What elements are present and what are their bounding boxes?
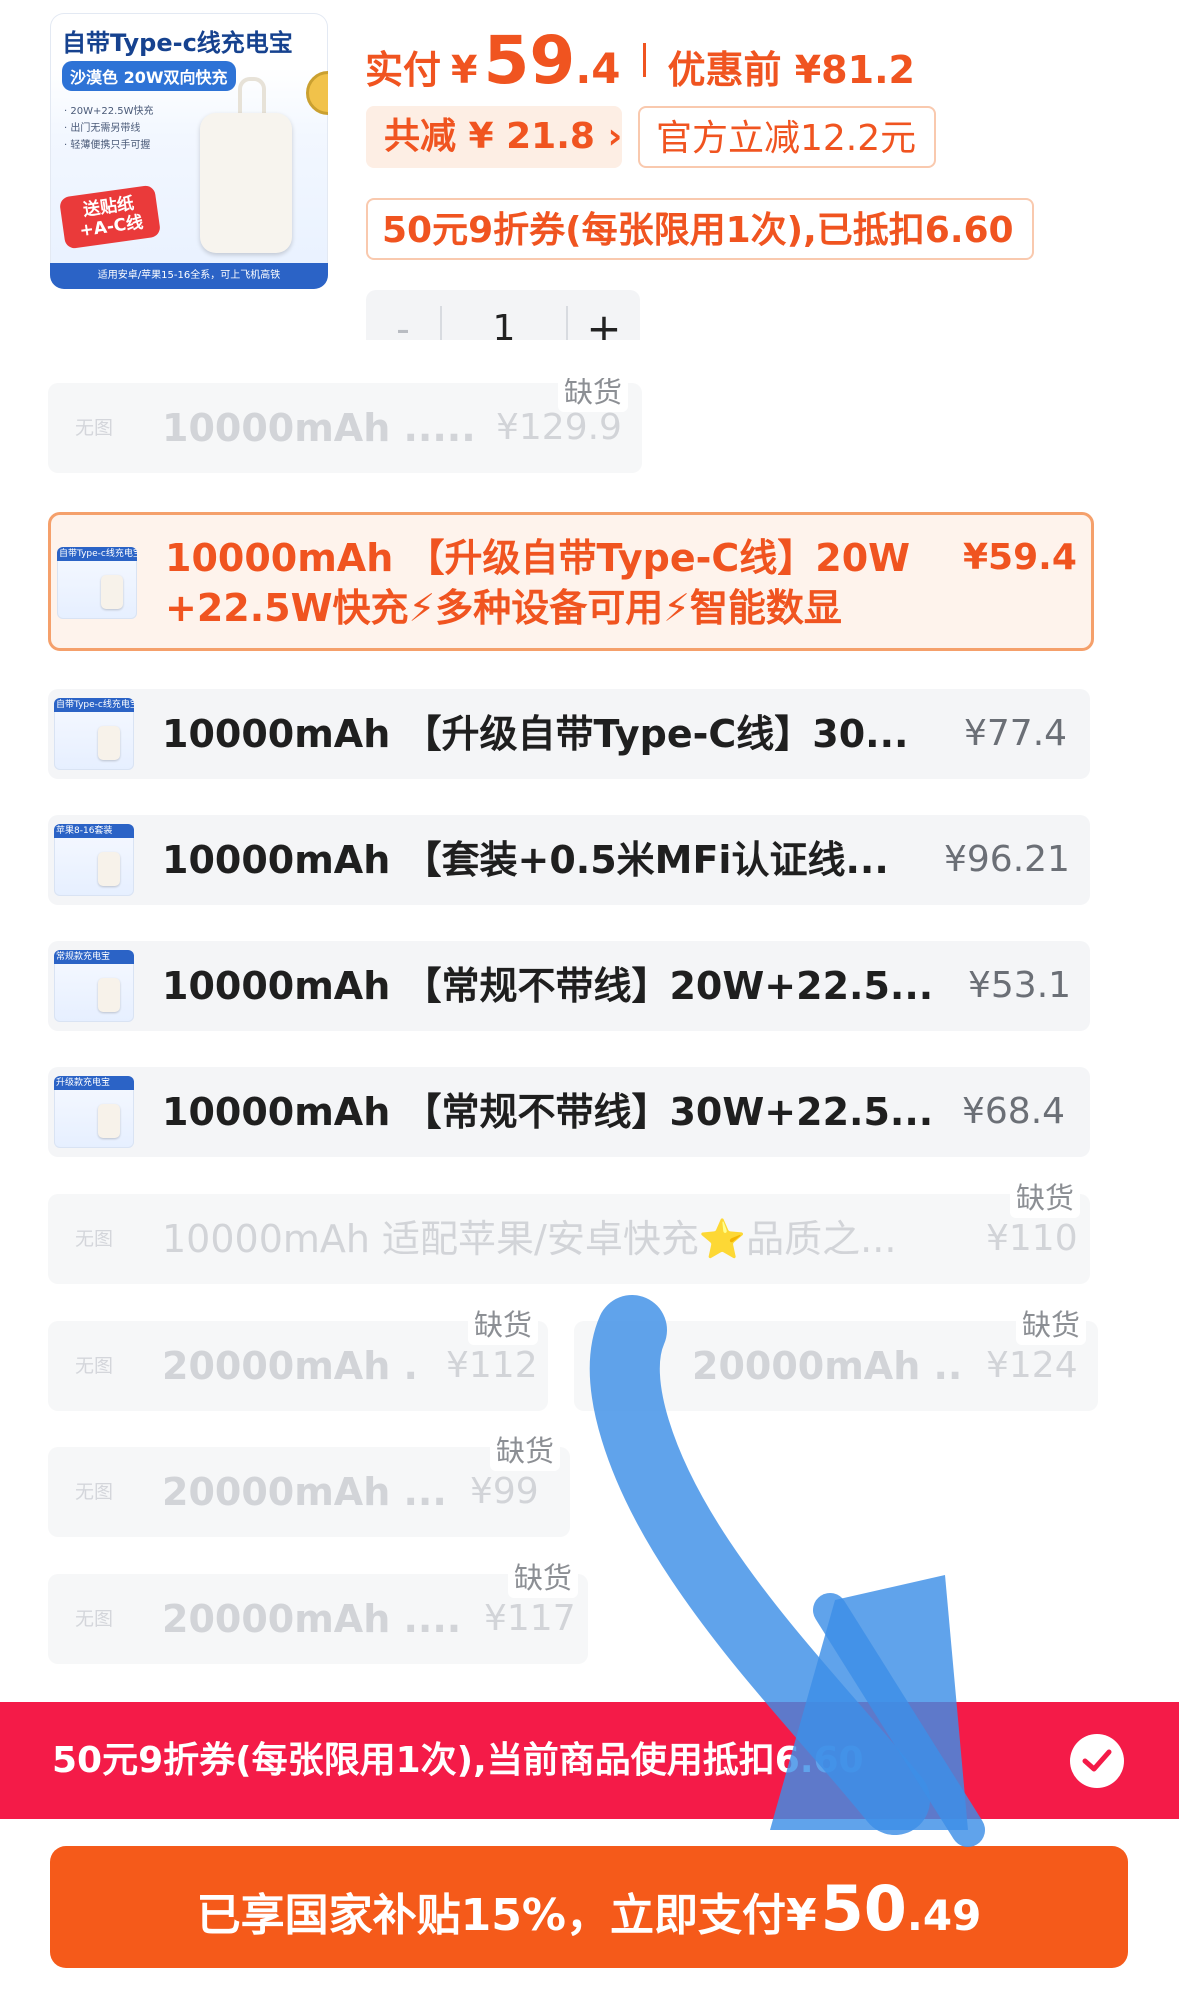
sku-name: 10000mAh 适配苹果/安卓快充⭐品质之... — [162, 1217, 897, 1261]
sku-option[interactable]: 无图 20000mAh .... ¥117 — [48, 1574, 588, 1664]
sku-name: 10000mAh 【升级自带Type-C线】20W +22.5W快充⚡多种设备可… — [165, 536, 911, 630]
thumb-caption: 苹果8-16套装 — [56, 826, 113, 836]
thumb-caption: 自带Type-c线充电宝 — [59, 549, 137, 559]
sku-name: 10000mAh 【常规不带线】20W+22.5... — [162, 964, 934, 1008]
no-image-placeholder: 无图 — [74, 1481, 113, 1503]
sku-name: 10000mAh 【套装+0.5米MFi认证线... — [162, 838, 889, 882]
pay-currency: ¥ — [786, 1890, 817, 1941]
product-image: 自带Type-c线充电宝 沙漠色 20W双向快充 · 20W+22.5W快充 ·… — [50, 13, 328, 289]
sku-thumbnail: 升级款充电宝 — [54, 1076, 134, 1148]
sku-option[interactable]: 无图 10000mAh ..... ¥129.9 — [48, 383, 642, 473]
paid-price-integer: 59 — [483, 22, 576, 99]
coupon-bar-text: 50元9折券(每张限用1次),当前商品使用抵扣6.60 — [52, 1740, 864, 1781]
out-of-stock-badge: 缺货 — [508, 1558, 579, 1598]
sku-thumbnail: 自带Type-c线充电宝 — [54, 698, 134, 770]
original-price: 优惠前 ¥81.2 — [667, 48, 915, 92]
certification-seal-icon — [306, 71, 328, 115]
price-row: 实付 ¥ 59 .4 优惠前 ¥81.2 — [365, 22, 915, 102]
image-title: 自带Type-c线充电宝 — [62, 29, 293, 57]
no-image-placeholder: 无图 — [74, 417, 113, 439]
out-of-stock-badge: 缺货 — [468, 1305, 539, 1345]
header-shadow — [0, 340, 1179, 378]
coupon-bar[interactable]: 50元9折券(每张限用1次),当前商品使用抵扣6.60 — [0, 1702, 1179, 1819]
official-discount-tag: 官方立减12.2元 — [638, 106, 936, 168]
thumb-caption: 升级款充电宝 — [56, 1078, 111, 1088]
coupon-tag: 50元9折券(每张限用1次),已抵扣6.60 — [366, 198, 1034, 260]
pay-button-content: 已享国家补贴15%，立即支付 ¥ 50 .49 — [50, 1846, 1128, 1968]
out-of-stock-badge: 缺货 — [1010, 1178, 1081, 1218]
out-of-stock-badge: 缺货 — [1016, 1305, 1087, 1345]
sku-name: 20000mAh ... — [162, 1470, 447, 1514]
sku-option[interactable]: 升级款充电宝 10000mAh 【常规不带线】30W+22.5... ¥68.4 — [48, 1067, 1090, 1157]
sku-option[interactable]: 常规款充电宝 10000mAh 【常规不带线】20W+22.5... ¥53.1 — [48, 941, 1090, 1031]
image-subtitle: 沙漠色 20W双向快充 — [62, 61, 236, 91]
sku-thumbnail: 自带Type-c线充电宝 — [57, 547, 137, 619]
sku-price: ¥59.4 — [963, 537, 1077, 578]
sku-name: 20000mAh .. — [692, 1344, 963, 1388]
sku-name: 10000mAh 【升级自带Type-C线】30... — [162, 712, 909, 756]
powerbank-graphic — [200, 113, 292, 253]
pay-amount-integer: 50 — [820, 1872, 907, 1945]
pay-label: 已享国家补贴15%，立即支付 — [196, 1890, 786, 1941]
sku-thumbnail: 常规款充电宝 — [54, 950, 134, 1022]
check-icon[interactable] — [1070, 1734, 1124, 1788]
image-gift-badge: 送贴纸+A-C线 — [58, 184, 162, 250]
sku-name: 20000mAh . — [162, 1344, 418, 1388]
no-image-placeholder: 无图 — [74, 1228, 113, 1250]
price-divider — [642, 43, 646, 77]
sku-price: ¥96.21 — [944, 839, 1070, 880]
sku-option[interactable]: 苹果8-16套装 10000mAh 【套装+0.5米MFi认证线... ¥96.… — [48, 815, 1090, 905]
sku-name: 10000mAh ..... — [162, 406, 476, 450]
sku-thumbnail: 苹果8-16套装 — [54, 824, 134, 896]
thumb-caption: 常规款充电宝 — [56, 952, 111, 962]
paid-label: 实付 — [365, 48, 442, 92]
thumb-caption: 自带Type-c线充电宝 — [56, 700, 134, 710]
no-image-placeholder: 无图 — [74, 1355, 113, 1377]
pay-amount-decimal: .49 — [906, 1891, 982, 1940]
sku-name: 10000mAh 【常规不带线】30W+22.5... — [162, 1090, 934, 1134]
sku-option[interactable]: 自带Type-c线充电宝 10000mAh 【升级自带Type-C线】30...… — [48, 689, 1090, 779]
image-footer: 适用安卓/苹果15-16全系，可上飞机高铁 — [50, 263, 328, 289]
product-header: 自带Type-c线充电宝 沙漠色 20W双向快充 · 20W+22.5W快充 ·… — [0, 0, 1179, 378]
currency-symbol: ¥ — [451, 48, 478, 92]
out-of-stock-badge: 缺货 — [490, 1431, 561, 1471]
no-image-placeholder: 无图 — [74, 1608, 113, 1630]
sku-price: ¥77.4 — [964, 713, 1068, 754]
sku-price: ¥53.1 — [968, 965, 1072, 1006]
sku-name: 20000mAh .... — [162, 1597, 462, 1641]
sku-option-selected[interactable]: 自带Type-c线充电宝 10000mAh 【升级自带Type-C线】20W +… — [48, 512, 1094, 651]
paid-price-decimal: .4 — [575, 44, 621, 93]
pay-button[interactable]: 已享国家补贴15%，立即支付 ¥ 50 .49 — [50, 1846, 1128, 1968]
image-features: · 20W+22.5W快充 · 出门无需另带线 · 轻薄便携只手可握 — [64, 106, 154, 151]
out-of-stock-badge: 缺货 — [558, 372, 629, 412]
total-discount-tag[interactable]: 共减 ¥ 21.8 › — [366, 106, 622, 168]
sku-option[interactable]: 无图 10000mAh 适配苹果/安卓快充⭐品质之... ¥110 — [48, 1194, 1090, 1284]
sku-price: ¥68.4 — [962, 1091, 1066, 1132]
